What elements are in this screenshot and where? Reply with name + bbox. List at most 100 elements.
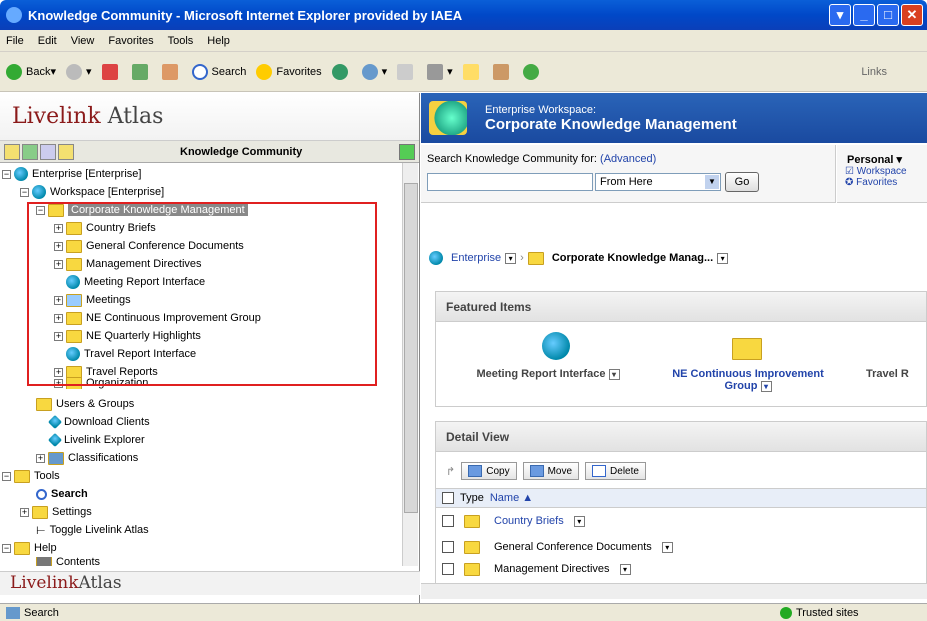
media-button[interactable] — [331, 63, 352, 80]
browser-toolbar: Back ▾ ▾ Search Favorites ▾ ▾ Links — [0, 52, 927, 92]
home-button[interactable] — [161, 63, 182, 80]
scroll-thumb[interactable] — [404, 183, 418, 513]
folder-icon — [464, 514, 480, 528]
folder-icon — [464, 562, 480, 576]
menu-favorites[interactable]: Favorites — [108, 35, 153, 47]
featured-items-panel: Featured Items Meeting Report Interface … — [435, 291, 927, 407]
stop-button[interactable] — [101, 63, 122, 80]
featured-travel-report[interactable]: Travel R — [866, 368, 926, 380]
folder-icon — [464, 540, 480, 554]
menu-file[interactable]: File — [6, 35, 24, 47]
livelink-atlas-footer-logo: LivelinkAtlas — [0, 571, 420, 595]
tree-tool-icon-4[interactable] — [58, 143, 74, 160]
history-button[interactable]: ▾ — [361, 63, 387, 80]
row-checkbox[interactable] — [442, 563, 454, 575]
search-scope-select[interactable]: From Here ▼ — [595, 173, 721, 191]
search-input[interactable] — [427, 173, 593, 191]
menu-edit[interactable]: Edit — [38, 35, 57, 47]
tree-node-settings[interactable]: + Settings — [20, 503, 92, 521]
tree-node-enterprise[interactable]: − Enterprise [Enterprise] — [2, 165, 141, 183]
tree-node-contents[interactable]: Contents — [36, 557, 100, 566]
folder-icon — [527, 251, 544, 265]
search-icon — [36, 488, 47, 500]
menu-tools[interactable]: Tools — [168, 35, 194, 47]
classifications-icon — [48, 451, 64, 465]
move-icon — [529, 465, 544, 477]
tree-node-workspace[interactable]: − Workspace [Enterprise] — [20, 183, 164, 201]
search-button[interactable]: Search — [191, 63, 246, 80]
dropdown-icon[interactable]: ▾ — [619, 563, 631, 575]
row-link[interactable]: Management Directives — [494, 563, 610, 575]
tree-node-tools[interactable]: − Tools — [2, 467, 60, 485]
page-icon — [6, 606, 20, 619]
menu-help[interactable]: Help — [207, 35, 230, 47]
row-checkbox[interactable] — [442, 515, 454, 527]
detail-view-title: Detail View — [436, 422, 926, 452]
row-checkbox[interactable] — [442, 541, 454, 553]
breadcrumb-enterprise[interactable]: Enterprise — [451, 252, 501, 264]
dropdown-icon[interactable]: ▾ — [608, 369, 620, 380]
ie-icon — [6, 7, 22, 23]
featured-ne-continuous[interactable]: NE Continuous Improvement Group ▾ — [658, 368, 838, 392]
breadcrumb-current: Corporate Knowledge Manag... — [551, 252, 714, 264]
workspace-link[interactable]: ☑ Workspace — [837, 166, 927, 177]
enterprise-icon — [14, 167, 28, 181]
help-folder-icon — [14, 541, 30, 555]
mail-icon — [397, 63, 414, 80]
help-window-button[interactable]: ▾ — [829, 4, 851, 26]
status-text: Search — [24, 606, 59, 619]
tree-node-toggle-atlas[interactable]: ⊢ Toggle Livelink Atlas — [36, 521, 149, 539]
column-name[interactable]: Name ▲ — [490, 492, 533, 504]
favorites-link[interactable]: ✪ Favorites — [837, 177, 927, 188]
personal-menu-button[interactable]: Personal ▾ — [837, 145, 927, 166]
diamond-icon — [47, 432, 63, 448]
history-icon — [361, 63, 378, 80]
row-link[interactable]: General Conference Documents — [494, 541, 652, 553]
tree-node-classifications[interactable]: + Classifications — [36, 449, 138, 467]
dropdown-icon[interactable]: ▾ — [717, 252, 729, 264]
tree-node-download-clients[interactable]: Download Clients — [47, 413, 150, 431]
research-button[interactable] — [492, 63, 513, 80]
menu-view[interactable]: View — [71, 35, 95, 47]
dropdown-icon[interactable]: ▾ — [573, 515, 585, 527]
tree-node-livelink-explorer[interactable]: Livelink Explorer — [47, 431, 145, 449]
messenger-button[interactable] — [522, 63, 543, 80]
featured-meeting-report[interactable]: Meeting Report Interface ▾ — [458, 368, 638, 380]
tree-node-help[interactable]: − Help — [2, 539, 57, 557]
copy-icon — [468, 465, 483, 477]
forward-arrow-icon — [66, 63, 82, 80]
window-title: Knowledge Community - Microsoft Internet… — [28, 7, 463, 23]
links-label[interactable]: Links — [861, 66, 887, 78]
favorites-button[interactable]: Favorites — [256, 63, 322, 80]
forward-button[interactable]: ▾ — [66, 63, 92, 80]
go-button[interactable]: Go — [725, 172, 759, 192]
tree-tool-icon-1[interactable] — [4, 143, 20, 160]
tree-scrollbar[interactable] — [402, 163, 418, 566]
table-row: General Conference Documents ▾ — [442, 538, 673, 556]
dropdown-icon[interactable]: ▾ — [505, 252, 517, 264]
close-button[interactable]: ✕ — [901, 4, 923, 26]
dropdown-icon[interactable]: ▾ — [661, 541, 673, 553]
dropdown-icon[interactable]: ▾ — [760, 381, 772, 392]
back-button[interactable]: Back ▾ — [6, 63, 56, 80]
minimize-button[interactable]: _ — [853, 4, 875, 26]
advanced-link[interactable]: (Advanced) — [600, 153, 656, 165]
delete-button[interactable]: Delete — [585, 462, 646, 480]
move-button[interactable]: Move — [522, 462, 580, 480]
tree-node-search[interactable]: Search — [36, 485, 88, 503]
select-all-checkbox[interactable] — [442, 492, 454, 504]
refresh-button[interactable] — [131, 63, 152, 80]
sync-icon[interactable] — [399, 143, 415, 160]
horizontal-scrollbar[interactable] — [421, 583, 927, 599]
search-icon — [191, 63, 208, 80]
print-button[interactable]: ▾ — [427, 63, 453, 80]
edit-button[interactable] — [462, 63, 483, 80]
copy-button[interactable]: Copy — [461, 462, 517, 480]
tree-tool-icon-3[interactable] — [40, 143, 56, 160]
mail-button[interactable] — [397, 63, 417, 80]
row-link[interactable]: Country Briefs — [494, 515, 564, 527]
tree-tool-icon-2[interactable] — [22, 143, 38, 160]
column-type[interactable]: Type — [460, 492, 484, 504]
maximize-button[interactable]: □ — [877, 4, 899, 26]
tree-node-users-groups[interactable]: Users & Groups — [36, 395, 134, 413]
